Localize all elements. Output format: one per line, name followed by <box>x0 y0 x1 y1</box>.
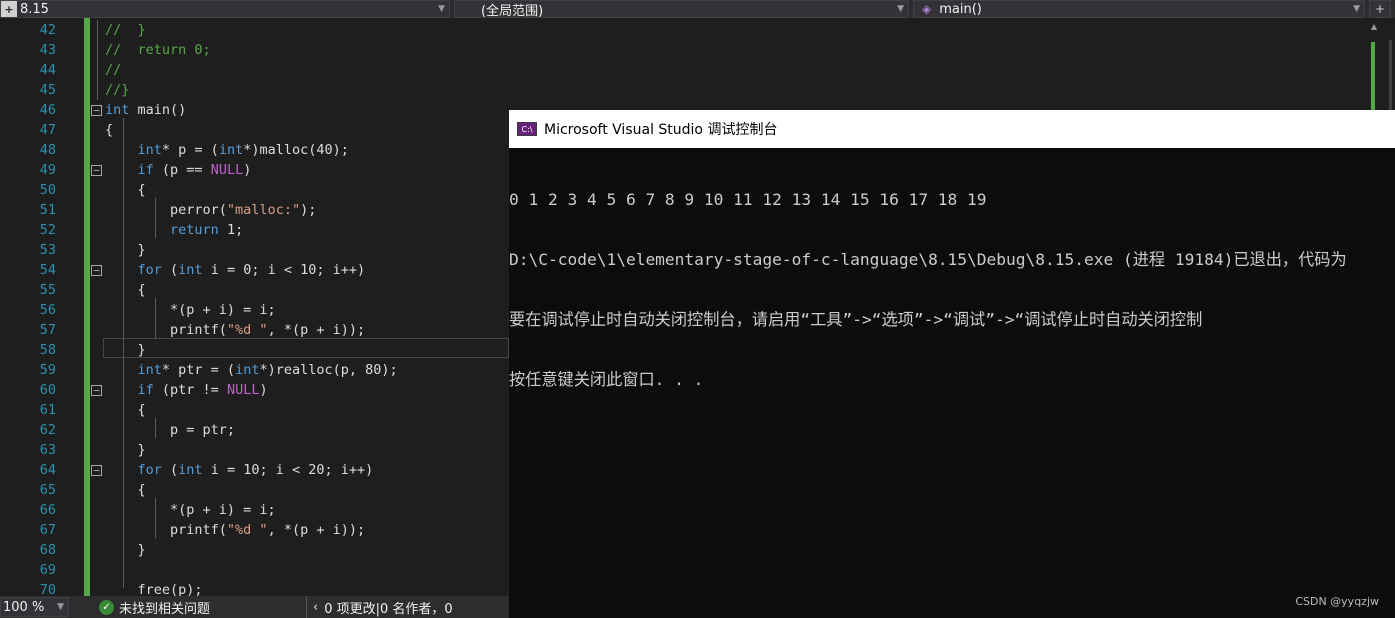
issues-indicator[interactable]: ✓ 未找到相关问题 <box>99 598 210 617</box>
project-icon: + <box>1 1 17 17</box>
function-dropdown[interactable]: ◈ main() ▼ <box>913 0 1365 18</box>
code-line: 45//} <box>39 82 130 98</box>
console-title: Microsoft Visual Studio 调试控制台 <box>544 122 778 138</box>
console-app-icon: C:\ <box>517 122 537 136</box>
chevron-down-icon: ▼ <box>1353 4 1360 14</box>
console-line: 0 1 2 3 4 5 6 7 8 9 10 11 12 13 14 15 16… <box>509 190 987 209</box>
editor-status-bar: 100 % ▼ ✓ 未找到相关问题 ‹ 0 项更改|0 名作者，0 <box>0 596 509 618</box>
scroll-up-icon[interactable]: ▲ <box>1367 22 1381 31</box>
change-marker <box>1371 42 1375 110</box>
chevron-left-icon[interactable]: ‹ <box>313 600 318 615</box>
zoom-dropdown[interactable]: 100 % ▼ <box>0 597 69 617</box>
collapse-icon[interactable]: − <box>91 165 102 176</box>
console-title-bar[interactable]: C:\ Microsoft Visual Studio 调试控制台 <box>509 110 1395 148</box>
method-cube-icon: ◈ <box>922 2 932 16</box>
issues-label: 未找到相关问题 <box>119 601 211 617</box>
chevron-down-icon: ▼ <box>897 4 904 14</box>
editor-scrollbar[interactable]: ▲ <box>1367 18 1395 110</box>
code-line: 43// return 0; <box>39 42 211 58</box>
codelens-changes[interactable]: ‹ 0 项更改|0 名作者，0 <box>306 596 453 618</box>
scrollbar-thumb[interactable] <box>1389 40 1392 110</box>
scope-dropdown-label: (全局范围) <box>481 3 544 19</box>
scope-dropdown[interactable]: (全局范围) ▼ <box>454 0 909 19</box>
chevron-down-icon: ▼ <box>57 602 64 612</box>
watermark: CSDN @yyqzjw <box>1295 595 1379 608</box>
project-dropdown-label: 8.15 <box>20 1 49 17</box>
console-line: D:\C-code\1\elementary-stage-of-c-langua… <box>509 250 1347 269</box>
check-circle-icon: ✓ <box>99 599 114 615</box>
code-line: 44// <box>39 62 122 78</box>
collapse-icon[interactable]: − <box>91 465 102 476</box>
split-editor-button[interactable]: + <box>1369 0 1391 18</box>
console-line: 按任意键关闭此窗口. . . <box>509 370 704 389</box>
collapse-icon[interactable]: − <box>91 265 102 276</box>
chevron-down-icon: ▼ <box>438 4 445 14</box>
debug-console-window[interactable]: C:\ Microsoft Visual Studio 调试控制台 0 1 2 … <box>509 110 1395 618</box>
collapse-icon[interactable]: − <box>91 105 102 116</box>
console-line: 要在调试停止时自动关闭控制台，请启用“工具”->“选项”->“调试”->“调试停… <box>509 310 1203 329</box>
navigation-bar: + 8.15 ▼ (全局范围) ▼ ◈ main() ▼ + <box>0 0 1395 19</box>
project-dropdown[interactable]: + 8.15 ▼ <box>0 0 450 18</box>
zoom-level: 100 % <box>3 599 45 615</box>
collapse-icon[interactable]: − <box>91 385 102 396</box>
changes-label: 0 项更改|0 名作者，0 <box>324 601 453 617</box>
code-line: 42// } <box>39 22 146 38</box>
console-output: 0 1 2 3 4 5 6 7 8 9 10 11 12 13 14 15 16… <box>509 148 1395 430</box>
function-dropdown-label: main() <box>939 1 982 17</box>
